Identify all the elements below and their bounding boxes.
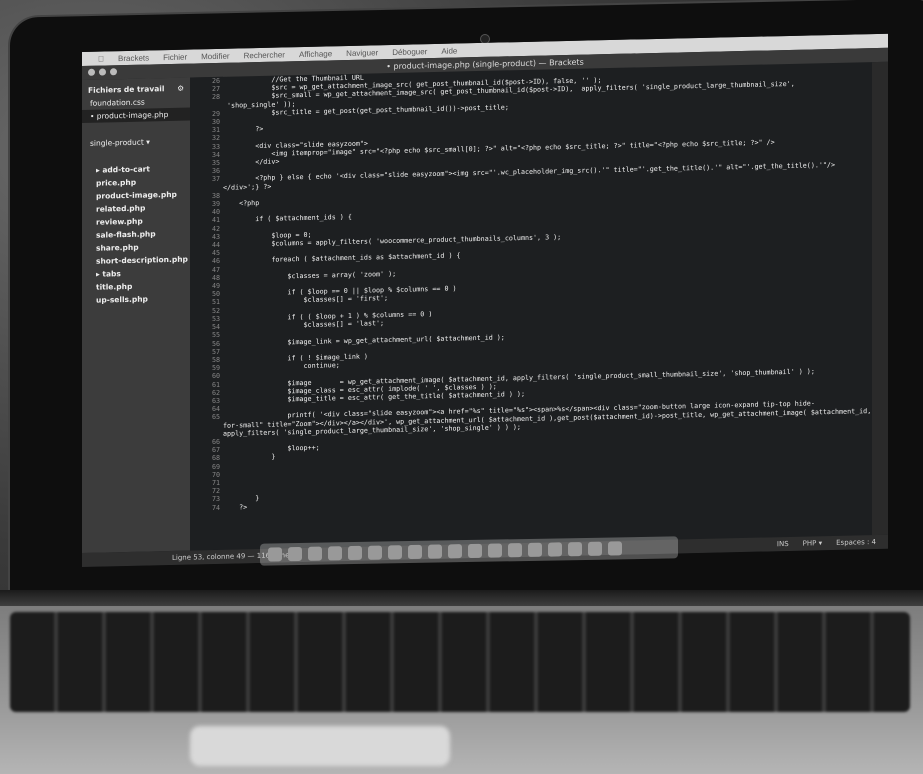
- close-window-button[interactable]: [88, 68, 95, 76]
- menu-item[interactable]: Aide: [441, 46, 457, 55]
- keyboard: [10, 612, 910, 712]
- window-controls: [88, 68, 117, 76]
- file-sidebar: Fichiers de travail ⚙ foundation.css • p…: [82, 77, 190, 554]
- ins-mode[interactable]: INS: [777, 540, 789, 548]
- line-numbers: 26 27 28 29 30 31 32 33 34 35 36 37 38 3…: [190, 76, 223, 551]
- indent-setting[interactable]: Espaces : 4: [836, 538, 876, 547]
- dock-app-icon[interactable]: [488, 543, 502, 558]
- dock-app-icon[interactable]: [588, 541, 602, 556]
- dock-app-icon[interactable]: [608, 541, 622, 556]
- menu-item[interactable]: Brackets: [118, 53, 149, 63]
- minimize-window-button[interactable]: [99, 68, 106, 76]
- code-editor[interactable]: //Get the Thumbnail URL $src = wp_get_at…: [223, 62, 888, 550]
- menu-item[interactable]: Affichage: [299, 49, 332, 59]
- dock-app-icon[interactable]: [368, 545, 382, 560]
- zoom-window-button[interactable]: [110, 68, 117, 76]
- menu-item[interactable]: Déboguer: [392, 47, 427, 57]
- trackpad: [190, 726, 450, 766]
- dock-app-icon[interactable]: [508, 543, 522, 558]
- editor-area: Fichiers de travail ⚙ foundation.css • p…: [82, 62, 888, 554]
- tree-item[interactable]: up-sells.php: [82, 292, 190, 307]
- dock-app-icon[interactable]: [388, 545, 402, 560]
- dock-app-icon[interactable]: [548, 542, 562, 557]
- dock-app-icon[interactable]: [568, 542, 582, 557]
- dock-app-icon[interactable]: [308, 546, 322, 561]
- dock-app-icon[interactable]: [428, 544, 442, 559]
- dock-app-icon[interactable]: [448, 544, 462, 559]
- laptop-screen:  Brackets Fichier Modifier Rechercher A…: [82, 33, 888, 568]
- menu-item[interactable]: Rechercher: [244, 50, 285, 60]
- apple-icon[interactable]: : [98, 54, 104, 63]
- menu-item[interactable]: Modifier: [201, 51, 229, 61]
- dock-app-icon[interactable]: [348, 545, 362, 561]
- dock-app-icon[interactable]: [528, 542, 542, 557]
- menu-item[interactable]: Fichier: [163, 52, 187, 62]
- dock-app-icon[interactable]: [328, 546, 342, 561]
- dock-app-icon[interactable]: [288, 546, 302, 562]
- dock-app-icon[interactable]: [468, 543, 482, 559]
- right-toolbar: [872, 61, 888, 536]
- dock-app-icon[interactable]: [408, 544, 422, 560]
- gear-icon[interactable]: ⚙: [177, 84, 184, 93]
- menu-item[interactable]: Naviguer: [346, 48, 378, 58]
- language-select[interactable]: PHP ▾: [803, 539, 822, 547]
- dock-app-icon[interactable]: [268, 547, 282, 562]
